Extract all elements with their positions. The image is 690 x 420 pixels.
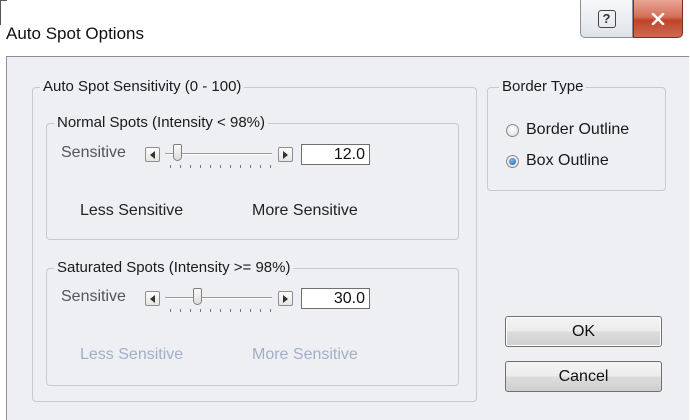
slider-tick xyxy=(270,165,271,168)
arrow-right-icon xyxy=(283,150,288,159)
ok-button[interactable]: OK xyxy=(505,316,662,347)
sensitivity-group: Auto Spot Sensitivity (0 - 100) Normal S… xyxy=(32,78,477,402)
slider-tick xyxy=(180,165,181,168)
dialog-client-area: Auto Spot Sensitivity (0 - 100) Normal S… xyxy=(6,56,689,420)
slider-tick xyxy=(200,309,201,312)
normal-spots-title: Normal Spots (Intensity < 98%) xyxy=(54,114,269,131)
window-frame-corner xyxy=(0,0,7,25)
help-icon: ? xyxy=(597,9,616,28)
saturated-sensitive-label: Sensitive xyxy=(61,288,126,305)
close-button[interactable] xyxy=(633,0,683,38)
help-button[interactable]: ? xyxy=(580,0,633,38)
slider-tick xyxy=(170,309,171,312)
border-outline-radio[interactable] xyxy=(506,124,519,137)
window-title: Auto Spot Options xyxy=(6,24,144,43)
cancel-button[interactable]: Cancel xyxy=(505,361,662,392)
slider-tick xyxy=(240,165,241,168)
close-icon xyxy=(651,12,665,25)
slider-tick xyxy=(170,165,171,168)
normal-slider-ticks xyxy=(170,165,271,169)
slider-tick xyxy=(200,165,201,168)
slider-tick xyxy=(190,309,191,312)
slider-tick xyxy=(210,309,211,312)
saturated-more-sensitive-label: More Sensitive xyxy=(252,346,358,363)
dialog-window: Auto Spot Options ? Auto Spot Sensitivit… xyxy=(0,0,690,420)
slider-tick xyxy=(220,165,221,168)
normal-more-sensitive-label: More Sensitive xyxy=(252,202,358,219)
arrow-left-icon xyxy=(150,150,155,159)
saturated-less-sensitive-label: Less Sensitive xyxy=(80,346,184,363)
slider-tick xyxy=(260,309,261,312)
box-outline-label[interactable]: Box Outline xyxy=(526,152,609,170)
arrow-right-icon xyxy=(283,294,288,303)
saturated-slider-ticks xyxy=(170,309,271,313)
normal-increase-button[interactable] xyxy=(278,147,293,162)
slider-tick xyxy=(250,309,251,312)
saturated-slider-track[interactable] xyxy=(165,297,272,299)
border-outline-label[interactable]: Border Outline xyxy=(526,121,629,139)
normal-slider-thumb[interactable] xyxy=(173,144,183,161)
slider-tick xyxy=(250,165,251,168)
slider-tick xyxy=(260,165,261,168)
saturated-spots-title: Saturated Spots (Intensity >= 98%) xyxy=(54,259,294,276)
arrow-left-icon xyxy=(150,294,155,303)
slider-tick xyxy=(230,165,231,168)
saturated-value-input[interactable]: 30.0 xyxy=(301,288,370,309)
normal-decrease-button[interactable] xyxy=(145,147,160,162)
slider-tick xyxy=(190,165,191,168)
slider-tick xyxy=(240,309,241,312)
normal-value-input[interactable]: 12.0 xyxy=(301,144,370,165)
slider-tick xyxy=(180,309,181,312)
border-type-group: Border Type Border Outline Box Outline xyxy=(487,78,666,191)
normal-sensitive-label: Sensitive xyxy=(61,144,126,161)
box-outline-radio[interactable] xyxy=(506,155,519,168)
border-type-title: Border Type xyxy=(499,78,587,95)
saturated-decrease-button[interactable] xyxy=(145,291,160,306)
normal-spots-group: Normal Spots (Intensity < 98%) Sensitive… xyxy=(46,114,459,240)
sensitivity-group-title: Auto Spot Sensitivity (0 - 100) xyxy=(40,78,245,95)
saturated-increase-button[interactable] xyxy=(278,291,293,306)
slider-tick xyxy=(220,309,221,312)
slider-tick xyxy=(230,309,231,312)
slider-tick xyxy=(210,165,211,168)
saturated-spots-group: Saturated Spots (Intensity >= 98%) Sensi… xyxy=(46,259,459,386)
normal-less-sensitive-label: Less Sensitive xyxy=(80,202,184,219)
slider-tick xyxy=(270,309,271,312)
saturated-slider-thumb[interactable] xyxy=(192,288,202,305)
